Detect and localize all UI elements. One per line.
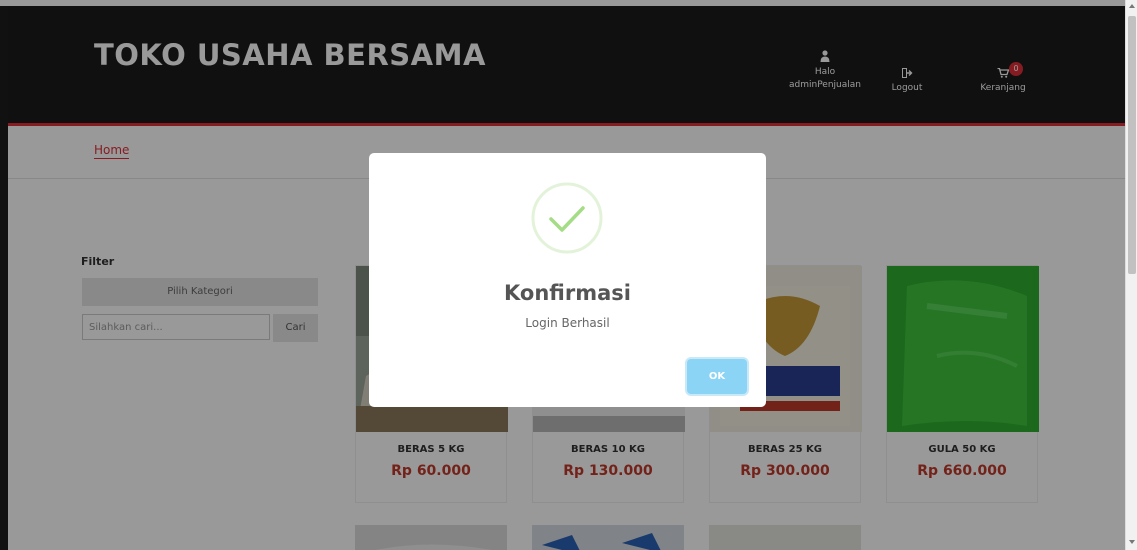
scroll-up-icon[interactable] <box>1129 4 1135 8</box>
modal-message: Login Berhasil <box>525 316 610 330</box>
page: TOKO USAHA BERSAMA Halo adminPenjualan L… <box>0 0 1137 550</box>
scroll-thumb[interactable] <box>1128 16 1136 274</box>
confirmation-modal: Konfirmasi Login Berhasil OK <box>369 153 766 407</box>
ok-button[interactable]: OK <box>687 359 747 394</box>
scroll-down-icon[interactable] <box>1129 540 1135 544</box>
modal-title: Konfirmasi <box>504 281 631 305</box>
vertical-scrollbar[interactable] <box>1125 0 1137 550</box>
success-check-icon <box>531 182 603 254</box>
